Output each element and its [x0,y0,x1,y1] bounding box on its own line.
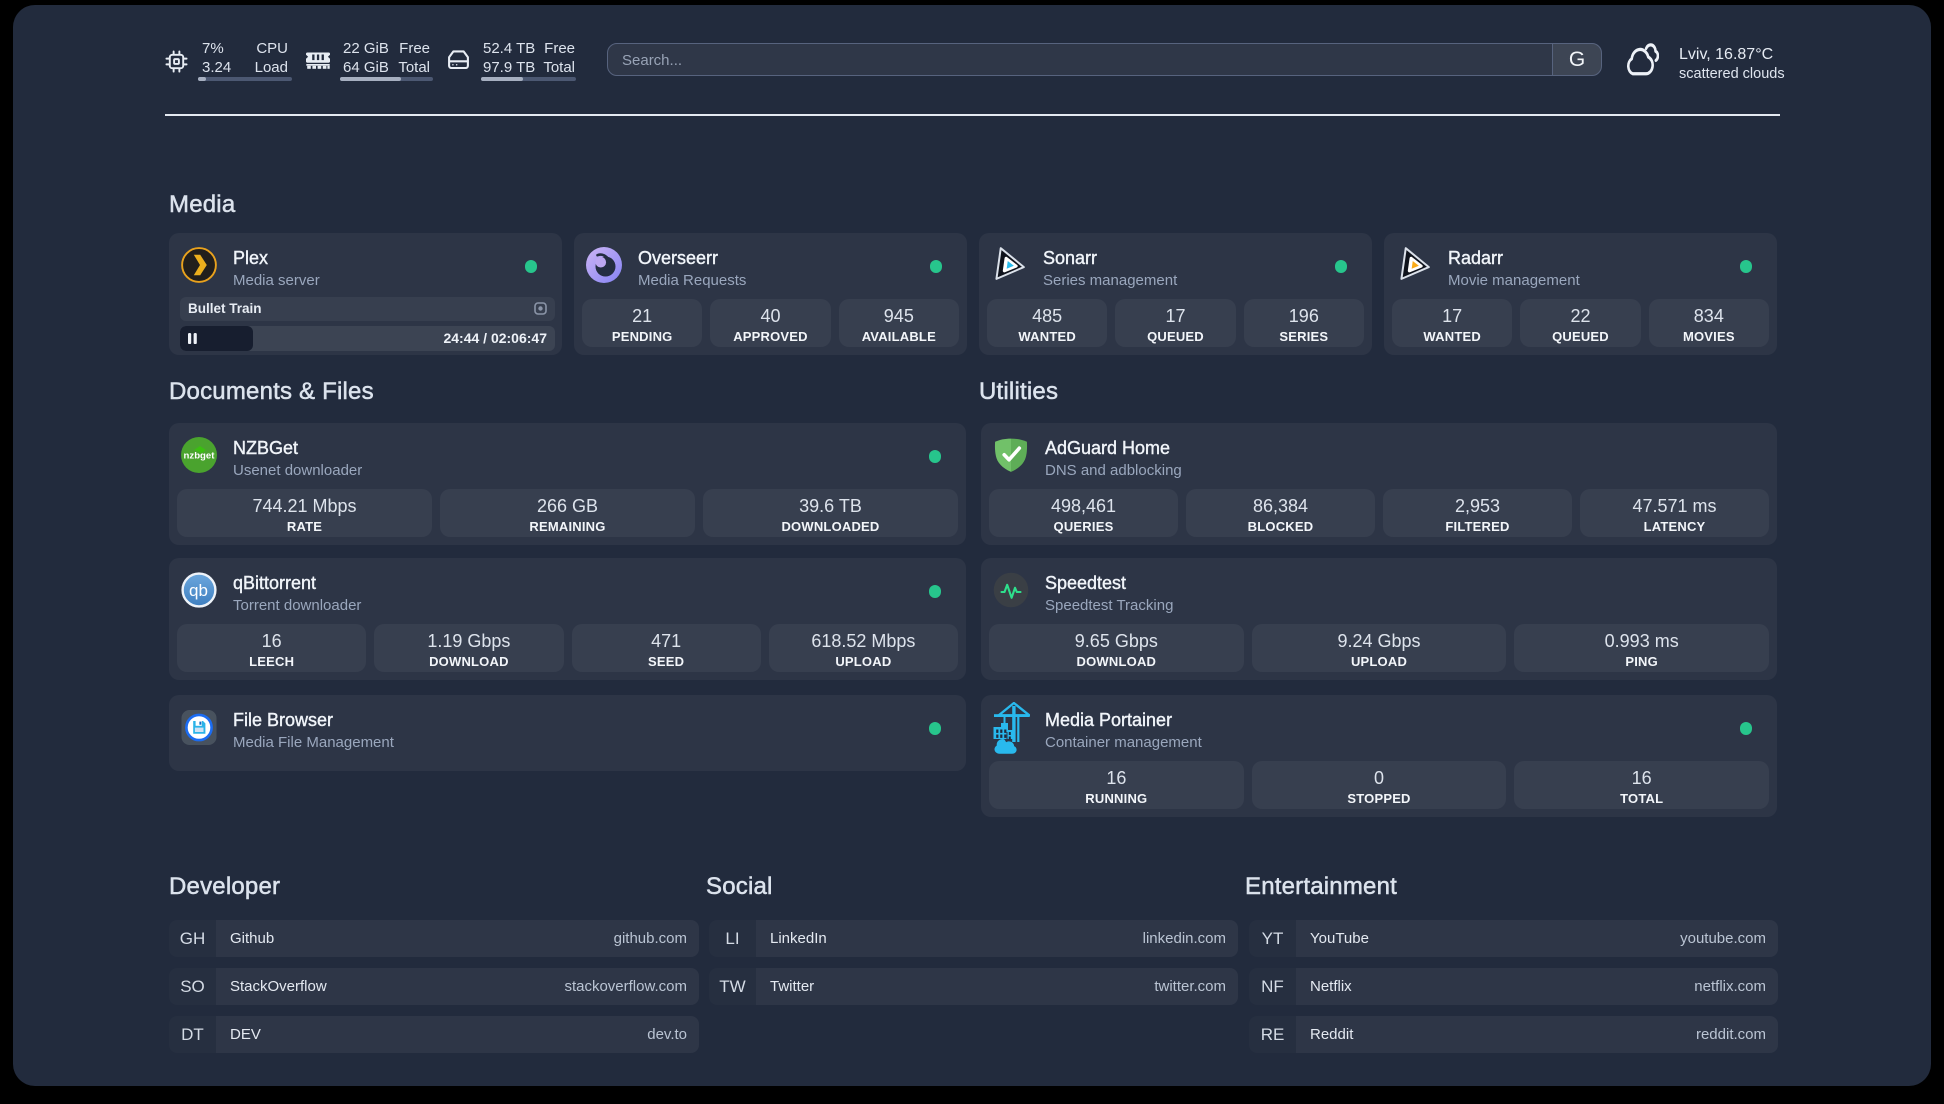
svg-text:nzbget: nzbget [184,451,216,462]
svg-text:qb: qb [189,581,208,600]
